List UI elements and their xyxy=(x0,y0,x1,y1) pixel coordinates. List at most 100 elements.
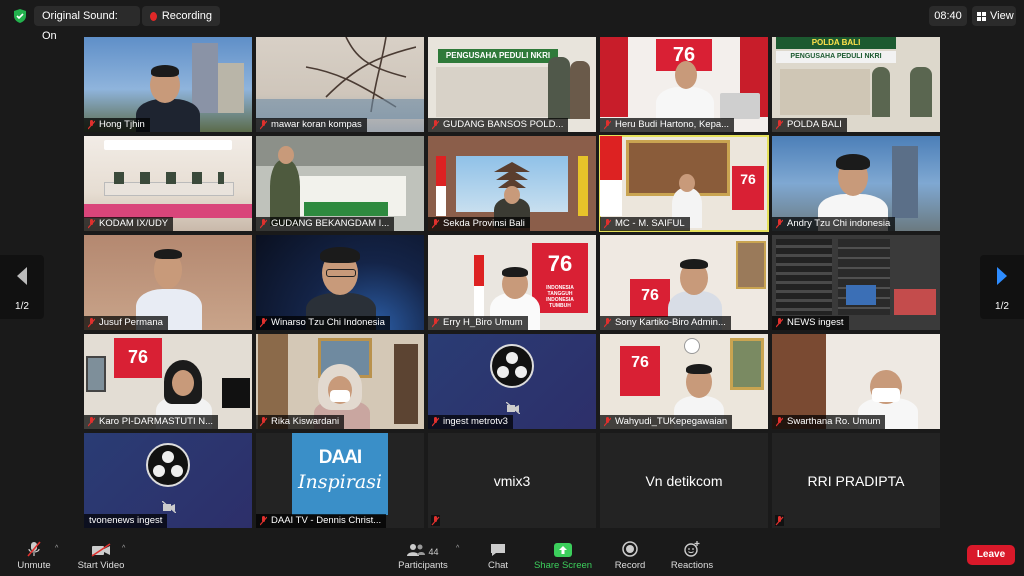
video-tile[interactable]: POLDA BALI PENGUSAHA PEDULI NKRI POLDA B… xyxy=(772,37,940,132)
muted-mic-icon xyxy=(432,318,439,328)
participant-name: ingest metrotv3 xyxy=(428,415,513,429)
supply-boxes xyxy=(780,69,870,115)
person-hair xyxy=(154,249,182,259)
person xyxy=(872,67,890,117)
video-tile-active-speaker[interactable]: 76 MC - M. SAIFUL xyxy=(599,135,769,232)
daai-inspirasi-logo: DAAI Inspirasi xyxy=(292,433,388,515)
logo-76-number: 76 xyxy=(740,171,756,187)
flag xyxy=(600,37,628,117)
participant-name-label: Wahyudi_TUKepegawaian xyxy=(615,416,728,427)
person-head xyxy=(504,186,520,204)
video-tile[interactable]: NEWS ingest xyxy=(772,235,940,330)
video-tile[interactable]: Winarso Tzu Chi Indonesia xyxy=(256,235,424,330)
participant-name: Andry Tzu Chi indonesia xyxy=(772,217,896,231)
muted-mic-icon xyxy=(432,120,439,130)
muted-mic-icon xyxy=(604,318,611,328)
participant-name: Hong Tjhin xyxy=(84,118,150,132)
cabinet xyxy=(394,344,418,424)
video-tile-name-only[interactable]: RRI PRADIPTA xyxy=(772,433,940,528)
muted-mic-icon xyxy=(776,417,783,427)
hut-ri-76-logo: 76 xyxy=(620,346,660,396)
record-label: Record xyxy=(614,560,646,571)
person-head xyxy=(679,174,695,192)
person xyxy=(548,57,570,119)
security-shield-icon[interactable] xyxy=(12,8,28,24)
lake-water xyxy=(256,99,424,119)
video-tile[interactable]: KODAM IX/UDY xyxy=(84,136,252,231)
share-screen-button[interactable]: Share Screen xyxy=(532,541,594,571)
chat-button[interactable]: Chat xyxy=(484,541,512,571)
participants-label: Participants xyxy=(398,560,448,571)
video-tile[interactable]: Rika Kiswardani xyxy=(256,334,424,429)
person-hair xyxy=(686,364,712,374)
logo-76-caption: INDONESIA TANGGUH INDONESIA TUMBUH xyxy=(546,285,574,309)
leave-meeting-button[interactable]: Leave xyxy=(967,545,1015,565)
carpet xyxy=(84,204,252,218)
chat-label: Chat xyxy=(487,560,509,571)
next-page-button[interactable]: 1/2 xyxy=(980,255,1024,319)
video-tile[interactable]: Swarthana Ro. Umum xyxy=(772,334,940,429)
person xyxy=(570,61,590,119)
recording-indicator[interactable]: Recording xyxy=(142,6,220,26)
video-tile[interactable]: 76 Karo PI-DARMASTUTI N... xyxy=(84,334,252,429)
person-hair xyxy=(320,247,360,263)
participants-options-caret-icon[interactable]: ^ xyxy=(456,545,459,552)
muted-mic-icon xyxy=(432,219,439,229)
video-tile-name-only[interactable]: Vn detikcom xyxy=(600,433,768,528)
muted-mic-icon xyxy=(776,120,783,130)
flag xyxy=(600,136,622,216)
participant-name-label: GUDANG BANSOS POLD... xyxy=(443,119,564,130)
grid-view-icon xyxy=(977,11,986,21)
wall-painting xyxy=(730,338,764,390)
video-tile[interactable]: Sekda Provinsi Bali xyxy=(428,136,596,231)
reactions-button[interactable]: Reactions xyxy=(669,541,715,571)
audio-options-caret-icon[interactable]: ^ xyxy=(55,545,58,552)
wall-painting xyxy=(736,241,766,289)
participant-name: NEWS ingest xyxy=(772,316,849,330)
start-video-button[interactable]: Start Video xyxy=(76,541,126,571)
daai-logo-line2: Inspirasi xyxy=(298,471,382,493)
muted-mic-icon xyxy=(88,219,95,229)
monitor xyxy=(894,289,936,315)
record-button[interactable]: Record xyxy=(612,541,648,571)
participant-name: GUDANG BEKANGDAM I... xyxy=(256,217,395,231)
video-tile[interactable]: Jusuf Permana xyxy=(84,235,252,330)
previous-page-button[interactable]: 1/2 xyxy=(0,255,44,319)
laptop xyxy=(720,93,760,119)
video-tile[interactable]: 76 Heru Budi Hartono, Kepa... xyxy=(600,37,768,132)
video-tile-name-only[interactable]: vmix3 xyxy=(428,433,596,528)
hut-ri-76-banner: 76 INDONESIA TANGGUH INDONESIA TUMBUH xyxy=(532,243,588,313)
video-tile[interactable]: 76 INDONESIA TANGGUH INDONESIA TUMBUH Er… xyxy=(428,235,596,330)
video-tile[interactable]: Andry Tzu Chi indonesia xyxy=(772,136,940,231)
arrow-left-icon xyxy=(17,267,27,285)
reactions-emoji-icon xyxy=(684,541,700,557)
video-tile[interactable]: tvonenews ingest xyxy=(84,433,252,528)
video-tile[interactable]: 76 Sony Kartiko-Biro Admin... xyxy=(600,235,768,330)
participant-name: KODAM IX/UDY xyxy=(84,217,174,231)
original-sound-toggle[interactable]: Original Sound: On xyxy=(34,6,140,42)
video-tile[interactable]: GUDANG BEKANGDAM I... xyxy=(256,136,424,231)
video-tile[interactable]: mawar koran kompas xyxy=(256,37,424,132)
daai-logo-line1: DAAI xyxy=(318,447,362,468)
participants-button[interactable]: 44 Participants xyxy=(396,541,450,571)
banner: POLDA BALI xyxy=(776,37,896,49)
view-button[interactable]: View xyxy=(972,6,1016,26)
person xyxy=(910,67,932,117)
muted-mic-icon xyxy=(260,318,267,328)
unmute-button[interactable]: Unmute xyxy=(14,541,54,571)
video-tile[interactable]: ingest metrotv3 xyxy=(428,334,596,429)
participant-name-label: Sony Kartiko-Biro Admin... xyxy=(615,317,726,328)
video-options-caret-icon[interactable]: ^ xyxy=(122,545,125,552)
video-tile[interactable]: PENGUSAHA PEDULI NKRI GUDANG BANSOS POLD… xyxy=(428,37,596,132)
participant-name-label: Heru Budi Hartono, Kepa... xyxy=(615,119,730,130)
participant-name: Swarthana Ro. Umum xyxy=(772,415,886,429)
video-tile[interactable]: DAAI Inspirasi DAAI TV - Dennis Christ..… xyxy=(256,433,424,528)
participant-name-label: mawar koran kompas xyxy=(271,119,362,130)
chat-icon xyxy=(491,544,505,556)
video-tile[interactable]: Hong Tjhin xyxy=(84,37,252,132)
participant-name: Erry H_Biro Umum xyxy=(428,316,528,330)
participant-display-name: Vn detikcom xyxy=(645,472,723,489)
participant-name-label: Swarthana Ro. Umum xyxy=(787,416,881,427)
participant-name-label: tvonenews ingest xyxy=(89,515,163,526)
video-tile[interactable]: 76 Wahyudi_TUKepegawaian xyxy=(600,334,768,429)
